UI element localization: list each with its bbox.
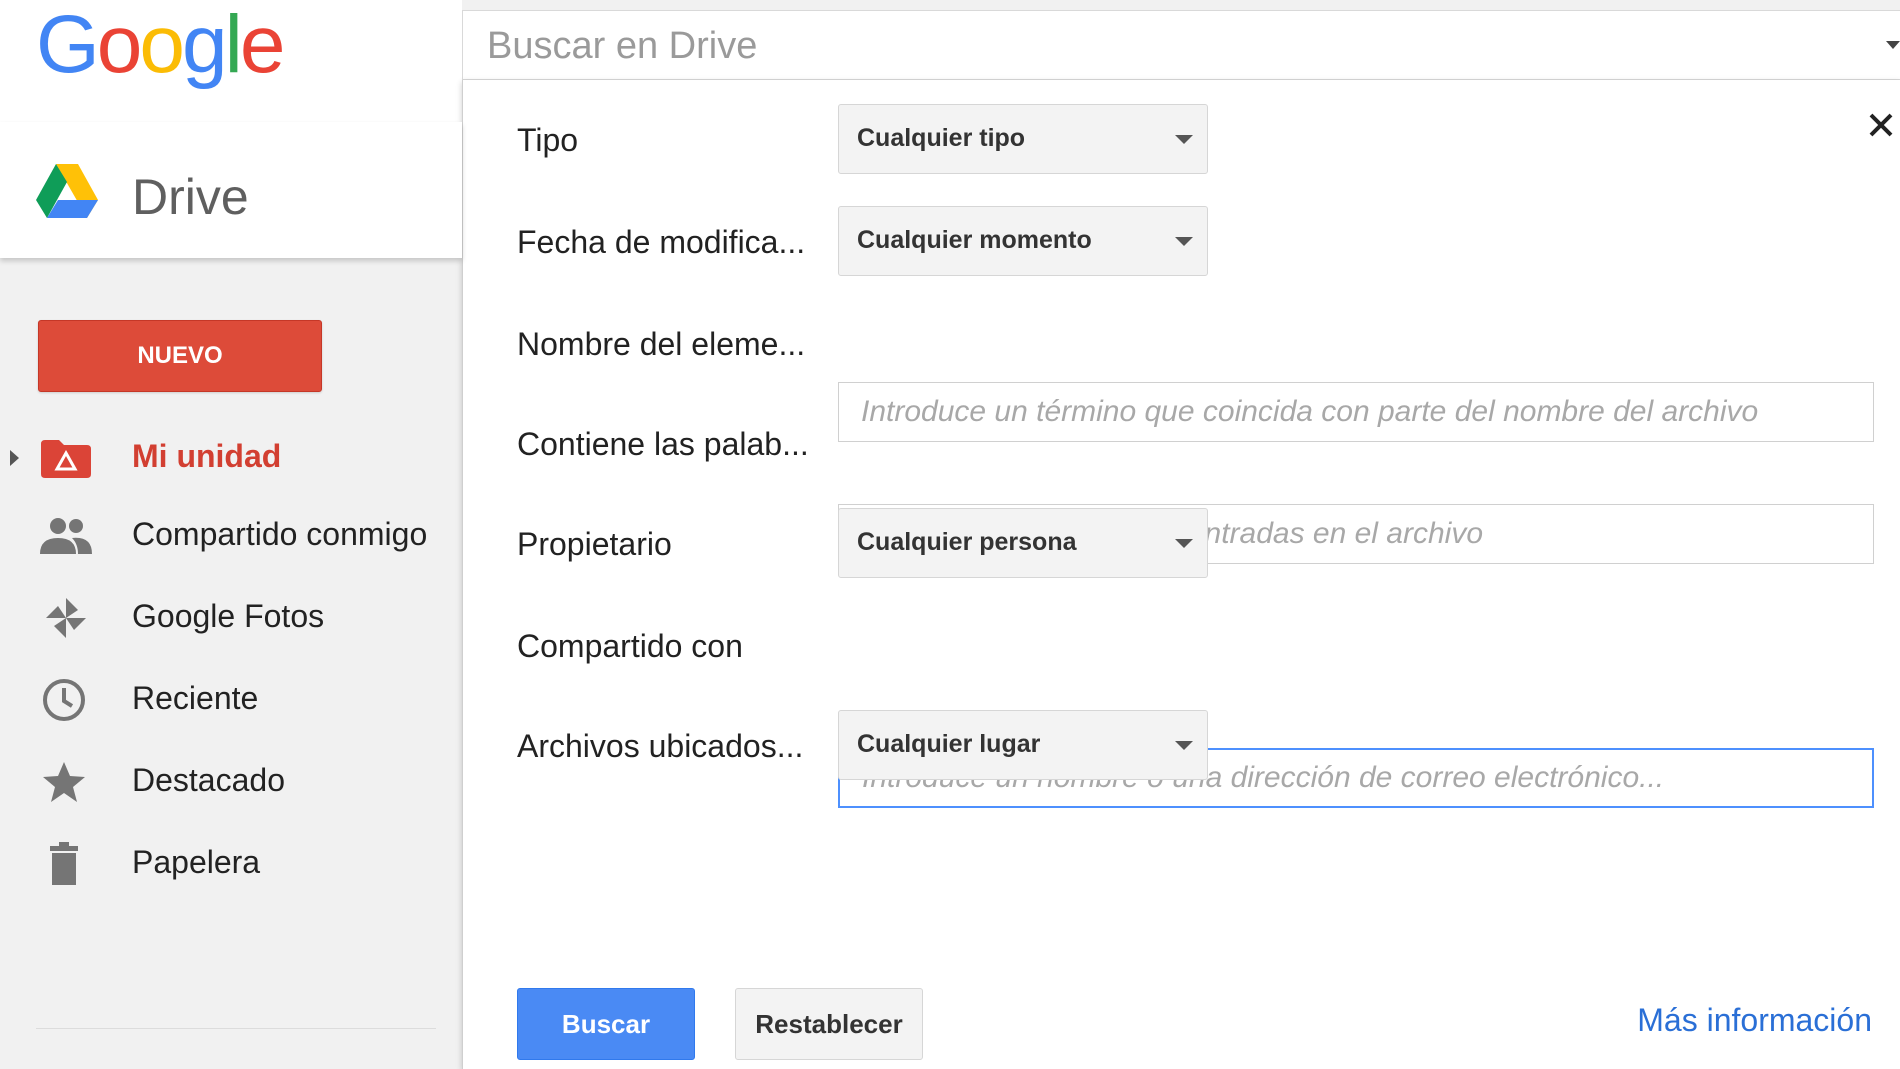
contains-words-label: Contiene las palab... <box>517 426 809 462</box>
location-label: Archivos ubicados... <box>517 728 804 764</box>
logo-letter: o <box>96 0 143 90</box>
sidebar-item-label: Reciente <box>132 680 259 716</box>
sidebar-item-label: Destacado <box>132 762 285 798</box>
drive-header: Drive <box>0 122 462 258</box>
chevron-down-icon <box>1175 741 1193 750</box>
clock-icon <box>43 679 85 721</box>
location-dropdown[interactable]: Cualquier lugar <box>838 710 1208 780</box>
sidebar: NUEVO Mi unidad Compartido conmigo Googl… <box>0 258 462 1069</box>
sidebar-item-my-drive[interactable]: Mi unidad <box>0 418 462 496</box>
more-info-link[interactable]: Más información <box>1637 1002 1872 1039</box>
owner-dropdown[interactable]: Cualquier persona <box>838 508 1208 578</box>
sidebar-item-recent[interactable]: Reciente <box>0 660 462 738</box>
shared-with-label: Compartido con <box>517 628 743 664</box>
logo-letter: e <box>239 0 286 90</box>
sidebar-item-label: Mi unidad <box>132 438 282 474</box>
chevron-down-icon <box>1175 237 1193 246</box>
sidebar-item-shared-with-me[interactable]: Compartido conmigo <box>0 496 462 574</box>
type-dropdown[interactable]: Cualquier tipo <box>838 104 1208 174</box>
modified-date-dropdown-value: Cualquier momento <box>857 226 1092 254</box>
star-icon <box>43 762 85 802</box>
owner-dropdown-value: Cualquier persona <box>857 528 1077 556</box>
chevron-down-icon <box>1175 539 1193 548</box>
owner-label: Propietario <box>517 526 672 562</box>
search-options-dropdown-icon[interactable] <box>1886 41 1900 51</box>
modified-date-label: Fecha de modifica... <box>517 224 806 260</box>
sidebar-item-google-photos[interactable]: Google Fotos <box>0 578 462 656</box>
search-input[interactable] <box>485 21 1789 71</box>
location-dropdown-value: Cualquier lugar <box>857 730 1041 758</box>
close-icon[interactable] <box>1866 110 1896 140</box>
type-dropdown-value: Cualquier tipo <box>857 124 1026 152</box>
item-name-field <box>838 382 1874 442</box>
search-button[interactable]: Buscar <box>517 988 695 1060</box>
modified-date-dropdown[interactable]: Cualquier momento <box>838 206 1208 276</box>
sidebar-item-trash[interactable]: Papelera <box>0 824 462 902</box>
pinwheel-icon <box>46 598 86 638</box>
logo-letter: G <box>36 0 100 90</box>
trash-icon <box>50 842 78 885</box>
type-label: Tipo <box>517 122 579 158</box>
advanced-search-panel: Tipo Cualquier tipo Fecha de modifica...… <box>462 80 1900 1069</box>
google-logo[interactable]: Google <box>36 0 286 90</box>
logo-letter: g <box>182 0 228 90</box>
drive-logo-icon[interactable] <box>36 162 98 218</box>
logo-letter: o <box>139 0 185 90</box>
item-name-input[interactable] <box>839 383 1873 441</box>
sidebar-item-label: Compartido conmigo <box>132 516 428 552</box>
logo-letter: l <box>224 0 243 90</box>
expand-arrow-icon[interactable] <box>8 448 20 468</box>
sidebar-item-label: Papelera <box>132 844 261 880</box>
search-bar <box>462 10 1900 80</box>
people-icon <box>40 518 92 554</box>
reset-button[interactable]: Restablecer <box>735 988 923 1060</box>
app-title: Drive <box>132 169 249 225</box>
logo-bar: Google <box>0 0 462 123</box>
item-name-label: Nombre del eleme... <box>517 326 806 362</box>
sidebar-item-label: Google Fotos <box>132 598 325 634</box>
my-drive-folder-icon <box>41 440 91 478</box>
chevron-down-icon <box>1175 135 1193 144</box>
sidebar-divider <box>36 1028 436 1029</box>
sidebar-item-starred[interactable]: Destacado <box>0 742 462 820</box>
new-button[interactable]: NUEVO <box>38 320 322 392</box>
